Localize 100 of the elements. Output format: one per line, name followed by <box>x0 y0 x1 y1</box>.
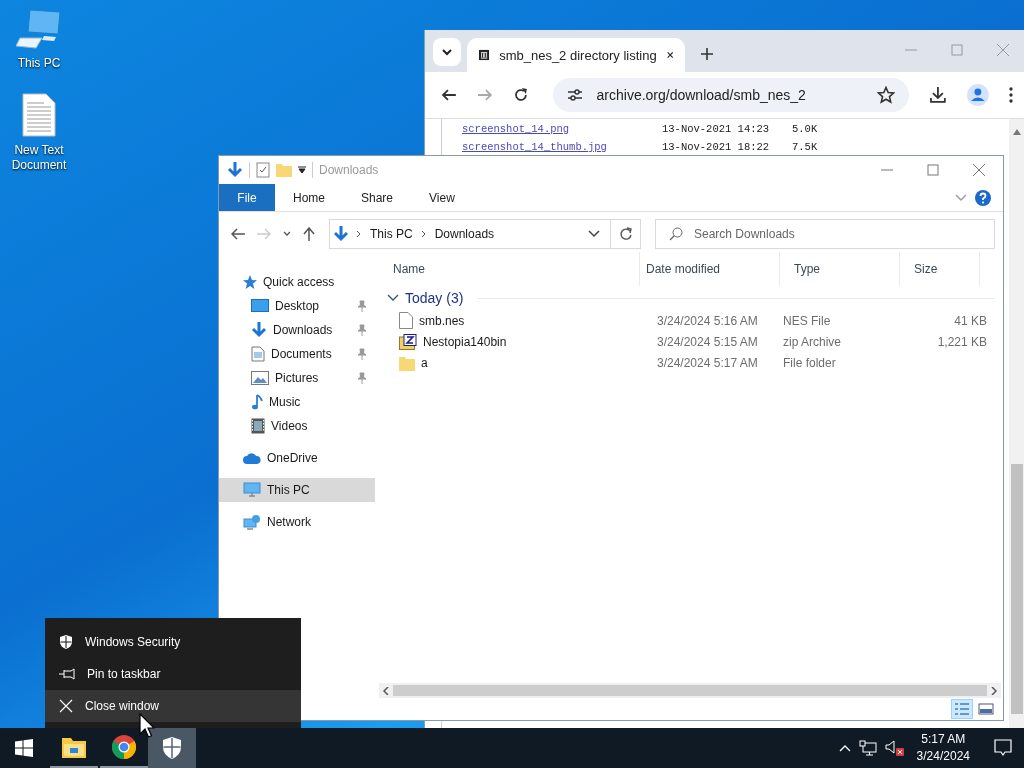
nav-item[interactable]: Documents <box>219 342 375 366</box>
reload-icon[interactable] <box>512 87 529 103</box>
refresh-button[interactable] <box>611 219 641 249</box>
file-link[interactable]: screenshot_14_thumb.jpg <box>442 141 662 153</box>
nav-item[interactable]: Quick access <box>219 270 375 294</box>
menu-item[interactable]: Windows Security <box>45 626 301 658</box>
file-link[interactable]: screenshot_14.png <box>442 123 662 135</box>
breadcrumb-item[interactable]: Downloads <box>434 227 495 241</box>
back-icon[interactable] <box>231 228 245 240</box>
chevron-icon[interactable] <box>420 230 427 238</box>
file-name[interactable]: smb.nes <box>419 313 465 328</box>
network-icon[interactable] <box>858 740 877 756</box>
nav-item[interactable]: OneDrive <box>219 446 375 470</box>
recent-caret-icon[interactable] <box>283 231 291 237</box>
scroll-up-icon[interactable] <box>1013 129 1021 135</box>
file-name[interactable]: Nestopia140bin <box>423 334 507 349</box>
chevron-icon[interactable] <box>356 230 362 238</box>
date-modified: 3/24/2024 5:16 AM <box>656 313 759 328</box>
list-icon <box>954 702 970 716</box>
date-modified: 3/24/2024 5:17 AM <box>656 355 759 370</box>
file-type: File folder <box>782 355 837 370</box>
tune-icon[interactable] <box>566 88 583 102</box>
star-icon[interactable] <box>877 86 896 104</box>
scrollbar[interactable] <box>1009 119 1024 728</box>
scroll-thumb[interactable] <box>1011 464 1023 714</box>
dropdown-caret-icon[interactable] <box>588 230 600 238</box>
nav-item[interactable]: Music <box>219 390 375 414</box>
close-icon <box>59 699 73 713</box>
horizontal-scrollbar[interactable] <box>379 683 1001 698</box>
chevron-up-icon[interactable] <box>838 744 851 752</box>
address-bar[interactable]: This PC Downloads <box>329 219 611 249</box>
file-size: 41 KB <box>953 313 987 328</box>
scroll-left-icon[interactable] <box>383 686 389 695</box>
clock-date[interactable]: 3/24/2024 <box>916 748 970 765</box>
picture-icon <box>251 371 269 385</box>
clock-time[interactable]: 5:17 AM <box>921 731 966 748</box>
scroll-thumb[interactable] <box>393 685 987 696</box>
pin-icon[interactable] <box>357 348 367 360</box>
ribbon-tab[interactable]: Home <box>275 184 343 211</box>
nav-item[interactable]: Videos <box>219 414 375 438</box>
scroll-right-icon[interactable] <box>991 686 997 695</box>
pin-icon[interactable] <box>357 300 367 312</box>
properties-icon[interactable] <box>256 162 270 178</box>
cloud-icon <box>243 452 261 464</box>
breadcrumb-item[interactable]: This PC <box>370 227 413 241</box>
menu-icon[interactable] <box>1009 87 1013 103</box>
profile-icon[interactable] <box>967 84 990 106</box>
folder-icon <box>62 736 86 758</box>
download-arrow-icon[interactable] <box>227 162 243 178</box>
file-name[interactable]: a <box>421 355 428 370</box>
pin-icon[interactable] <box>357 324 367 336</box>
nav-item[interactable]: Network <box>219 510 375 534</box>
column-header[interactable]: Type <box>780 252 900 286</box>
desktop-icon <box>251 299 269 313</box>
column-header[interactable]: Date modified <box>640 252 780 286</box>
address-bar[interactable]: archive.org/download/smb_nes_2 <box>552 78 910 112</box>
folder-icon <box>399 354 415 371</box>
desktop-icon-label[interactable]: New Text Document <box>4 143 74 173</box>
download-icon[interactable] <box>929 86 948 104</box>
menu-item[interactable]: Close window <box>45 690 301 722</box>
cursor-icon <box>139 713 155 739</box>
computer-icon[interactable] <box>16 8 62 50</box>
close-icon[interactable] <box>666 50 673 60</box>
monitor-icon <box>243 482 261 498</box>
caret-icon[interactable] <box>298 166 306 174</box>
up-icon[interactable] <box>303 227 315 241</box>
nav-item[interactable]: Downloads <box>219 318 375 342</box>
group-header[interactable]: Today (3) <box>405 290 464 306</box>
nav-item[interactable]: This PC <box>219 478 375 502</box>
browser-tab[interactable]: smb_nes_2 directory listing <box>467 38 685 72</box>
film-icon <box>251 418 265 434</box>
file-icon <box>399 312 413 329</box>
windows-logo-icon <box>15 739 33 757</box>
volume-muted-icon[interactable] <box>884 739 905 757</box>
nav-item[interactable]: Desktop <box>219 294 375 318</box>
document-icon <box>251 346 265 362</box>
expand-ribbon-icon[interactable] <box>955 193 967 202</box>
notifications-icon[interactable] <box>994 739 1012 757</box>
file-date: 13-Nov-2021 14:23 <box>662 123 771 135</box>
nav-item[interactable]: Pictures <box>219 366 375 390</box>
file-type: NES File <box>782 313 832 328</box>
ribbon-tab[interactable]: Share <box>343 184 412 211</box>
maximize-icon[interactable] <box>927 164 939 176</box>
chevron-icon[interactable] <box>387 294 399 302</box>
text-document-icon[interactable] <box>22 93 56 137</box>
desktop-icon-label[interactable]: This PC <box>4 56 74 71</box>
security-button[interactable] <box>148 728 196 768</box>
file-date: 13-Nov-2021 18:22 <box>662 141 771 153</box>
pin-icon[interactable] <box>357 372 367 384</box>
column-header[interactable]: Size <box>900 252 980 286</box>
tiles-icon <box>978 702 994 716</box>
browser-icon <box>112 735 136 759</box>
ribbon-tab[interactable]: View <box>411 184 473 211</box>
search-field[interactable]: Search Downloads <box>655 219 995 249</box>
back-icon[interactable] <box>441 87 457 103</box>
column-header[interactable]: Name <box>379 252 640 286</box>
menu-item[interactable]: Pin to taskbar <box>45 658 301 690</box>
help-icon[interactable] <box>975 189 991 206</box>
plus-icon[interactable] <box>701 48 713 60</box>
tab-search-button[interactable] <box>433 38 461 66</box>
